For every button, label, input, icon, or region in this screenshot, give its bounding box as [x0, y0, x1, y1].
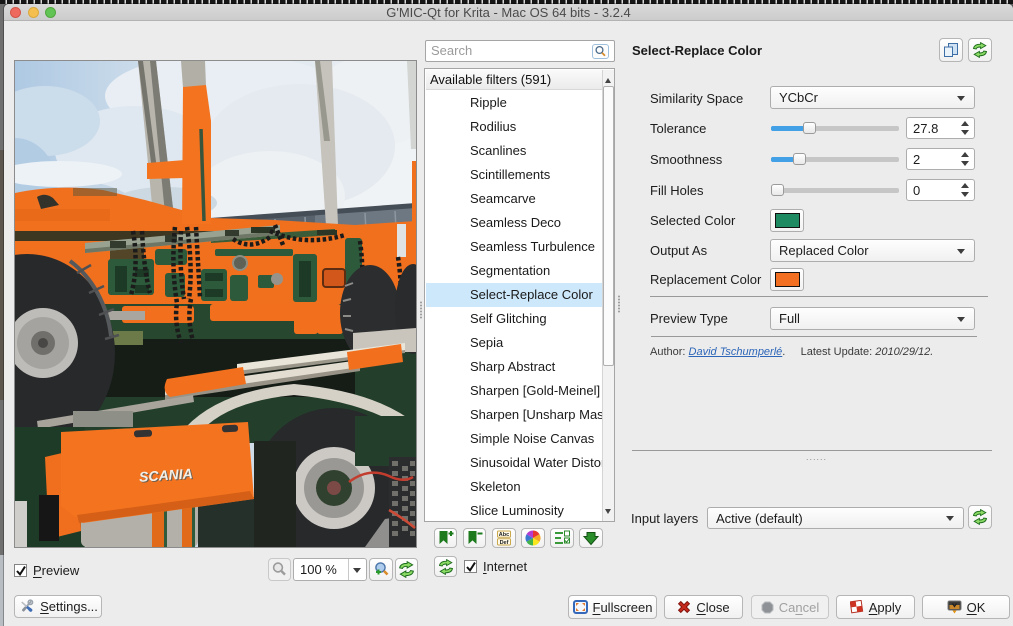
svg-text:Abc: Abc: [499, 532, 509, 538]
svg-text:Def: Def: [500, 540, 509, 546]
